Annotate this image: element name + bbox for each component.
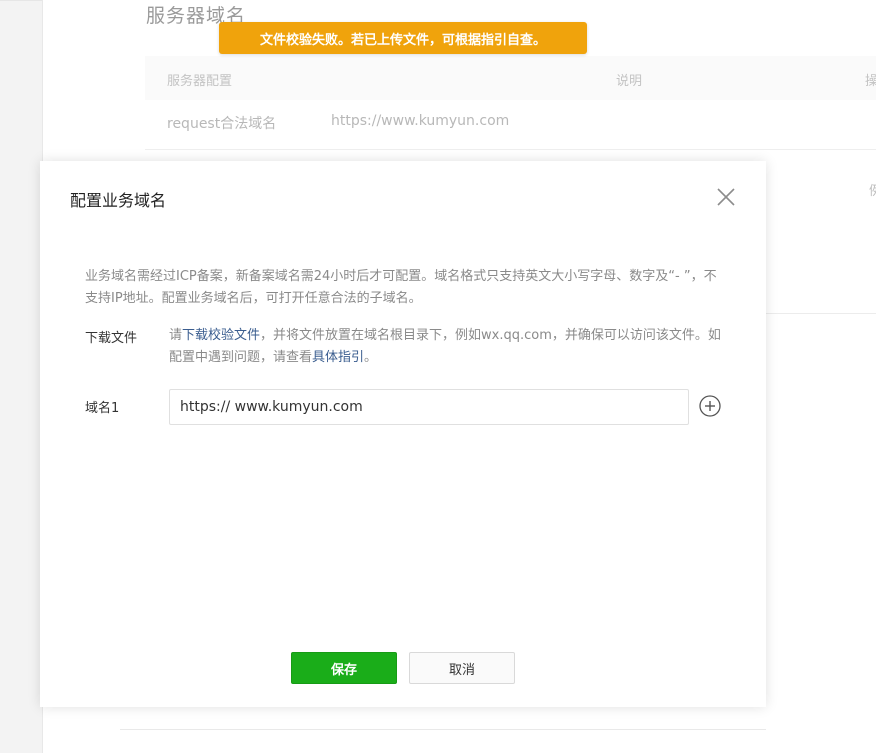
instruction-text: 。 [364,350,378,365]
cancel-button[interactable]: 取消 [409,652,515,684]
instruction-text: 请 [169,328,183,343]
download-instructions: 请下载校验文件，并将文件放置在域名根目录下，例如wx.qq.com，并确保可以访… [169,325,729,369]
domain-label: 域名1 [85,401,120,416]
divider [766,313,876,314]
table-header-action: 操 [865,74,876,89]
download-file-label: 下载文件 [85,331,138,346]
domain-requirements-text: 业务域名需经过ICP备案，新备案域名需24小时后才可配置。域名格式只支持英文大小… [85,269,717,306]
close-icon[interactable] [715,186,737,208]
dialog-title: 配置业务域名 [70,191,167,210]
table-cell-url: https://www.kumyun.com [331,113,510,129]
configure-domain-dialog: 配置业务域名 业务域名需经过ICP备案，新备案域名需24小时后才可配置。域名格式… [40,161,766,707]
divider [120,729,766,730]
table-header-description: 说明 [616,74,643,89]
table-divider [145,149,876,150]
table-edge-text: 例 [869,184,876,199]
table-header-config: 服务器配置 [167,74,233,89]
plus-circle-icon[interactable] [699,395,721,417]
table-header-row [145,56,876,100]
download-verification-file-link[interactable]: 下载校验文件 [182,328,260,343]
domain-input[interactable] [169,389,689,425]
save-button[interactable]: 保存 [291,652,397,684]
error-toast: 文件校验失败。若已上传文件，可根据指引自查。 [219,22,587,54]
table-cell-request-domain: request合法域名 [167,116,277,132]
guide-link[interactable]: 具体指引 [312,350,364,365]
